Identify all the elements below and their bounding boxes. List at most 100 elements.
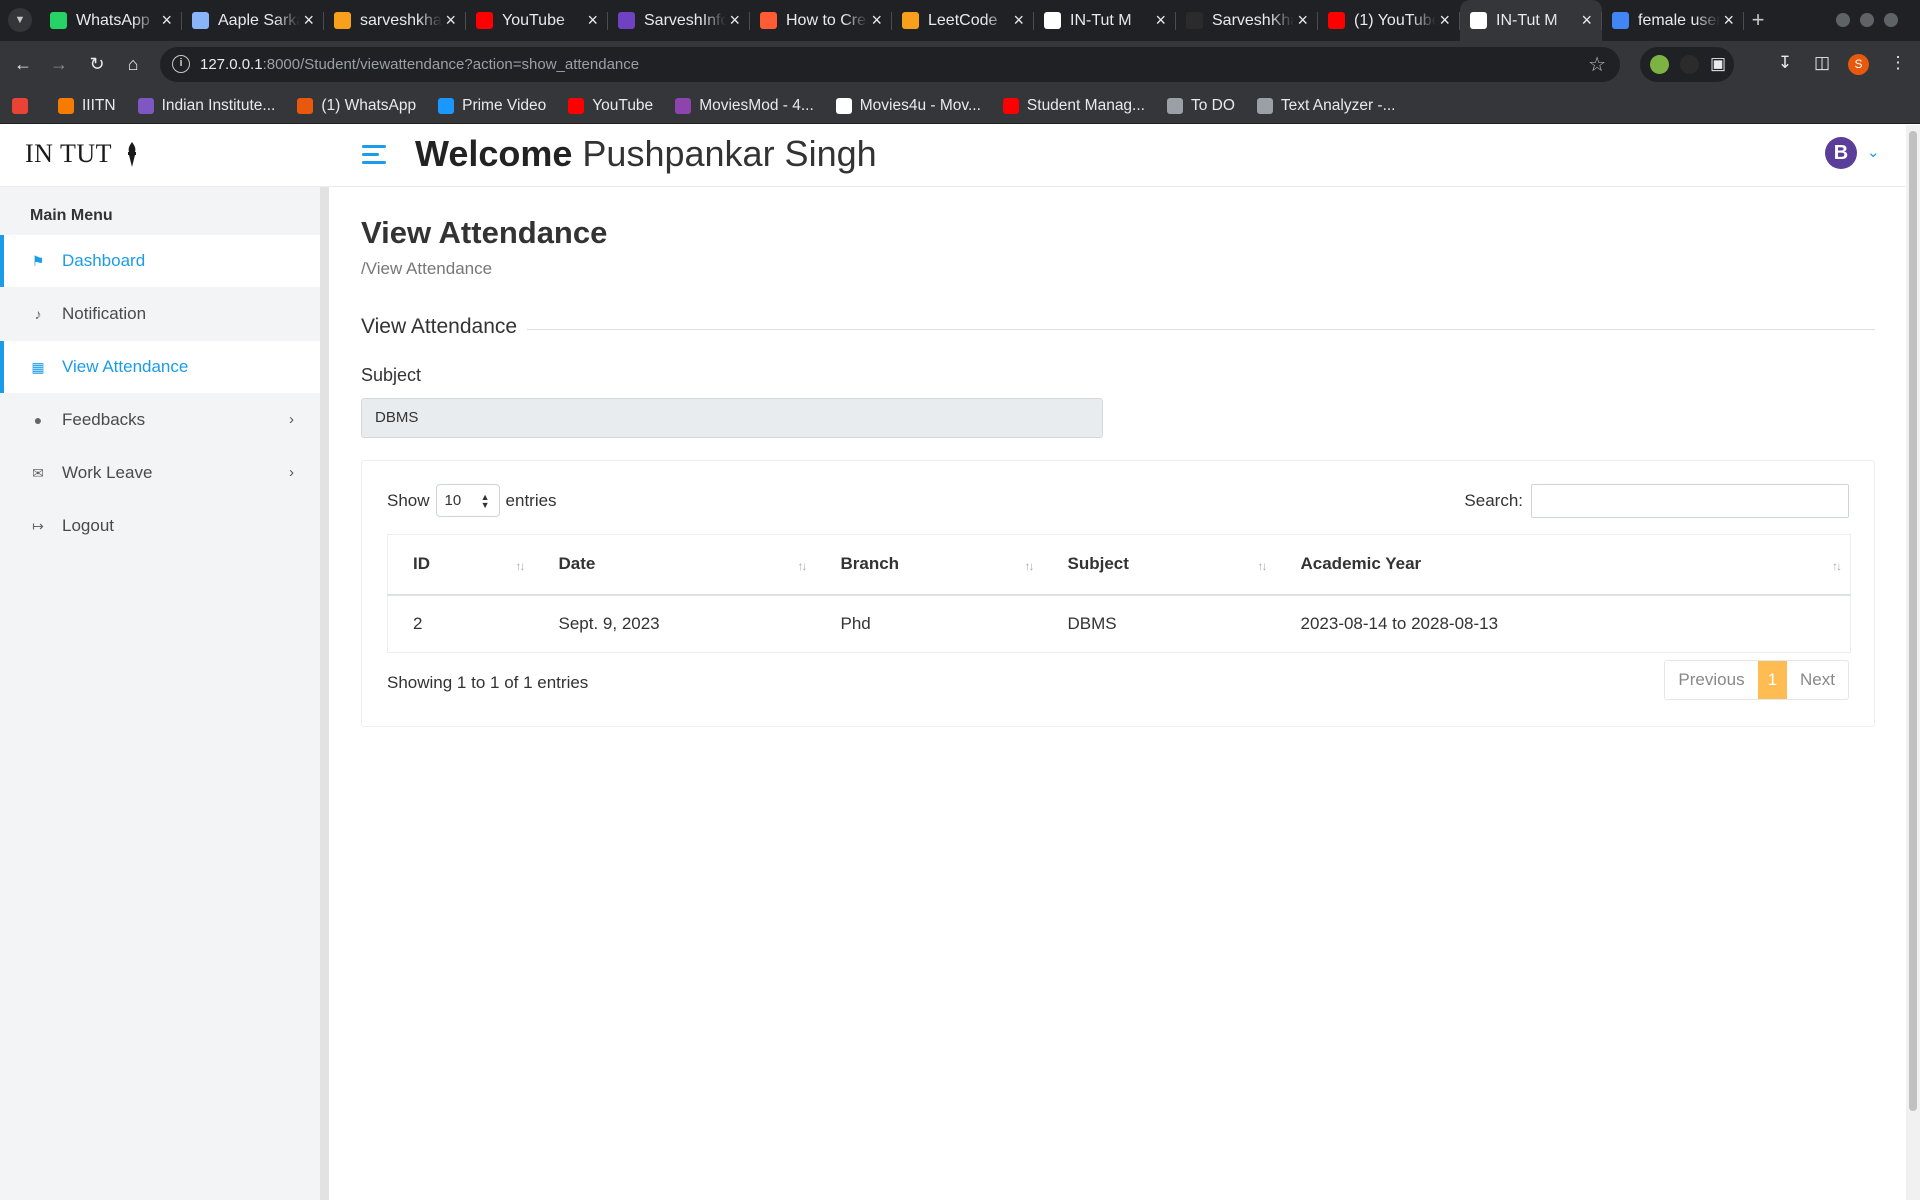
sidebar-item-dashboard[interactable]: ⚑ Dashboard xyxy=(0,235,320,287)
tab-close-icon[interactable]: × xyxy=(587,11,598,29)
hubspot-icon xyxy=(760,12,777,29)
tab-close-icon[interactable]: × xyxy=(1013,11,1024,29)
tab-close-icon[interactable]: × xyxy=(1723,11,1734,29)
table-cell: DBMS xyxy=(1067,613,1117,633)
url-text[interactable]: 127.0.0.1:8000/Student/viewattendance?ac… xyxy=(200,56,639,73)
sidebar-item-label: Feedbacks xyxy=(62,410,146,429)
tab-title: LeetCode xyxy=(928,11,998,29)
tab-close-icon[interactable]: × xyxy=(1297,11,1308,29)
browser-tab[interactable]: Aaple Sarkar× xyxy=(182,0,324,41)
bookmarks-bar: IIITN Indian Institute... (1) WhatsApp Prim… xyxy=(0,88,1920,124)
address-bar[interactable]: i 127.0.0.1:8000/Student/viewattendance?… xyxy=(160,47,1620,82)
bookmark-item[interactable]: Indian Institute... xyxy=(137,97,275,115)
page-scrollbar[interactable] xyxy=(1906,125,1920,1200)
minimize-button[interactable] xyxy=(1836,13,1850,27)
app-logo[interactable]: IN TUT xyxy=(25,139,141,169)
tab-search-button[interactable]: ▼ xyxy=(8,8,32,32)
extensions-puzzle-icon[interactable]: ▣ xyxy=(1706,52,1730,76)
page-1-button[interactable]: 1 xyxy=(1757,661,1788,699)
sidebar-item-logout[interactable]: ↦ Logout xyxy=(0,500,320,552)
attendance-table: ID ↑↓ Date ↑↓ Branch ↑↓ Subject ↑↓ Academic Year… xyxy=(387,534,1851,653)
forward-button[interactable]: → xyxy=(46,51,72,77)
extension-plus-icon[interactable] xyxy=(1650,55,1669,74)
column-header[interactable]: Date ↑↓ xyxy=(533,534,816,596)
browser-tab[interactable]: (1) YouTube × xyxy=(1318,0,1460,41)
previous-page-button[interactable]: Previous xyxy=(1665,661,1757,699)
tab-close-icon[interactable]: × xyxy=(303,11,314,29)
tab-title: IN-Tut M xyxy=(1496,11,1558,29)
bookmark-item[interactable] xyxy=(12,97,36,114)
bookmark-star-icon[interactable]: ☆ xyxy=(1588,52,1606,77)
bookmark-item[interactable]: To DO xyxy=(1166,97,1235,115)
tab-close-icon[interactable]: × xyxy=(1581,11,1592,29)
back-button[interactable]: ← xyxy=(10,51,36,77)
tab-close-icon[interactable]: × xyxy=(161,11,172,29)
tab-close-icon[interactable]: × xyxy=(445,11,456,29)
institute-icon xyxy=(137,97,154,114)
profile-avatar[interactable]: S xyxy=(1848,54,1869,75)
site-info-icon[interactable]: i xyxy=(172,55,190,73)
breadcrumb[interactable]: /View Attendance xyxy=(361,259,492,279)
browser-tab[interactable]: SarveshKhatri× xyxy=(1176,0,1318,41)
column-header[interactable]: ID ↑↓ xyxy=(387,534,534,596)
column-header[interactable]: Branch ↑↓ xyxy=(815,534,1043,596)
gear-icon xyxy=(1256,97,1273,114)
sidebar-item-work-leave[interactable]: ✉ Work Leave › xyxy=(0,447,320,499)
leetcode-icon xyxy=(902,12,919,29)
sidebar-scrollbar[interactable] xyxy=(320,187,329,1200)
tab-close-icon[interactable]: × xyxy=(729,11,740,29)
search-input[interactable] xyxy=(1531,484,1849,518)
tab-close-icon[interactable]: × xyxy=(1155,11,1166,29)
browser-tab[interactable]: IN-Tut M × xyxy=(1460,0,1602,41)
browser-tab[interactable]: LeetCode × xyxy=(892,0,1034,41)
bookmark-label: YouTube xyxy=(592,96,654,114)
tab-close-icon[interactable]: × xyxy=(1439,11,1450,29)
browser-tab[interactable]: How to Create× xyxy=(750,0,892,41)
browser-menu-icon[interactable]: ⋮ xyxy=(1886,51,1910,75)
maximize-button[interactable] xyxy=(1860,13,1874,27)
extension-dark-icon[interactable] xyxy=(1680,55,1699,74)
bookmark-item[interactable]: Student Manag... xyxy=(1002,97,1145,115)
youtube-icon xyxy=(476,12,493,29)
user-avatar[interactable]: B xyxy=(1825,137,1857,169)
tab-close-icon[interactable]: × xyxy=(871,11,882,29)
browser-tab[interactable]: female user × xyxy=(1602,0,1744,41)
sidebar-item-view-attendance[interactable]: ▦ View Attendance xyxy=(0,341,320,393)
browser-tab[interactable]: SarveshInfo × xyxy=(608,0,750,41)
side-panel-icon[interactable]: ◫ xyxy=(1810,51,1834,75)
sidebar-item-notification[interactable]: ♪ Notification xyxy=(0,288,320,340)
column-header[interactable]: Subject ↑↓ xyxy=(1042,534,1276,596)
new-tab-button[interactable]: + xyxy=(1744,0,1772,41)
hamburger-menu-icon[interactable] xyxy=(362,145,386,167)
close-window-button[interactable] xyxy=(1884,13,1898,27)
browser-tab[interactable]: YouTube × xyxy=(466,0,608,41)
bookmark-item[interactable]: YouTube xyxy=(568,97,653,115)
browser-tab[interactable]: WhatsApp × xyxy=(40,0,182,41)
page-title: View Attendance xyxy=(361,215,608,250)
scrollbar-thumb[interactable] xyxy=(1909,131,1917,1111)
moviesmod-icon xyxy=(675,97,692,114)
tab-title: How to Create xyxy=(786,11,868,29)
next-page-button[interactable]: Next xyxy=(1787,661,1848,699)
reload-button[interactable]: ↻ xyxy=(84,51,110,77)
youtube-icon xyxy=(568,97,585,114)
chevron-down-icon[interactable]: ⌄ xyxy=(1867,143,1880,161)
sidebar-item-feedbacks[interactable]: ● Feedbacks › xyxy=(0,394,320,446)
subject-select[interactable]: DBMS xyxy=(361,398,1103,438)
user-name: Pushpankar Singh xyxy=(582,133,877,174)
tab-title: sarveshkhatri xyxy=(360,11,442,29)
browser-tab[interactable]: IN-Tut M × xyxy=(1034,0,1176,41)
entries-per-page-select[interactable]: 10 ▲ ▼ xyxy=(435,484,500,517)
column-header-label: ID xyxy=(413,554,430,574)
download-icon[interactable]: ↧ xyxy=(1773,51,1797,75)
bookmark-item[interactable]: (1) WhatsApp xyxy=(297,97,416,115)
bookmark-item[interactable]: IIITN xyxy=(58,97,116,115)
column-header[interactable]: Academic Year ↑↓ xyxy=(1275,534,1851,596)
table-cell: Sept. 9, 2023 xyxy=(558,613,660,633)
bookmark-item[interactable]: MoviesMod - 4... xyxy=(675,97,814,115)
home-button[interactable]: ⌂ xyxy=(120,51,146,77)
bookmark-item[interactable]: Prime Video xyxy=(438,97,546,115)
browser-tab[interactable]: sarveshkhatri× xyxy=(324,0,466,41)
bookmark-item[interactable]: Text Analyzer -... xyxy=(1256,97,1396,115)
bookmark-item[interactable]: Movies4u - Mov... xyxy=(835,97,981,115)
